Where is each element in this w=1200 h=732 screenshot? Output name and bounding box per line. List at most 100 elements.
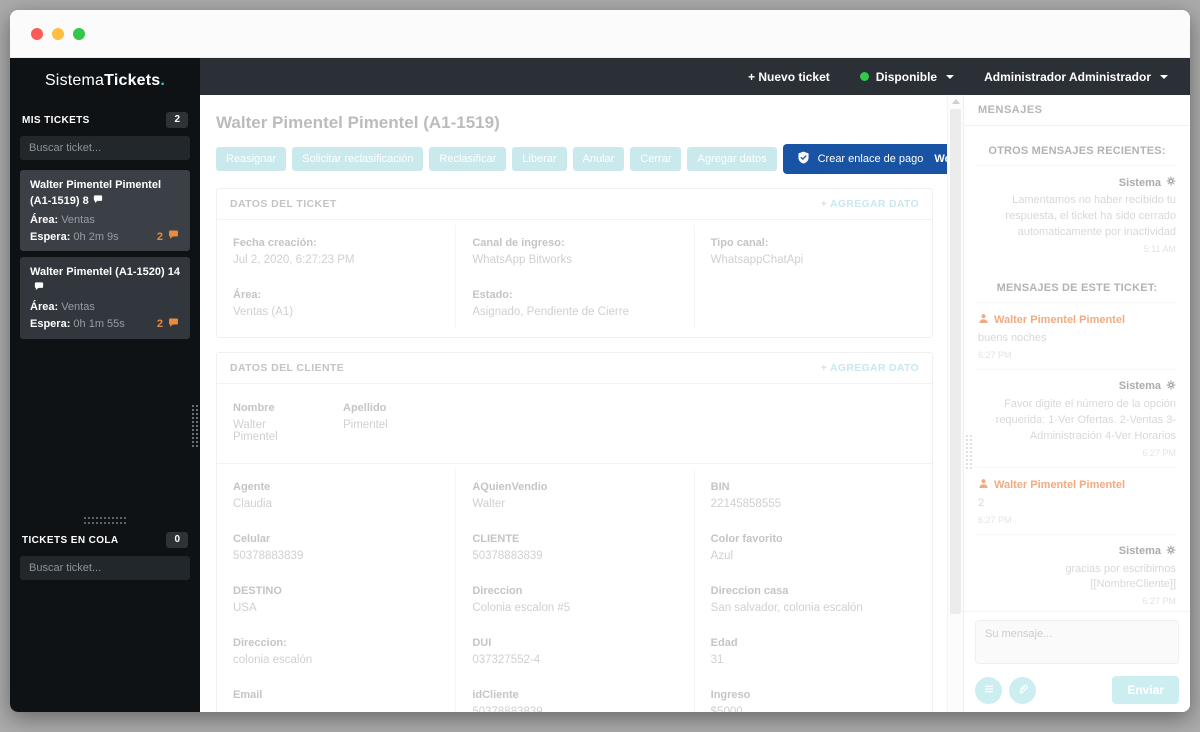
message-time: 6:27 PM xyxy=(978,349,1012,360)
liberar-button[interactable]: Liberar xyxy=(512,147,567,171)
queue-count-badge: 0 xyxy=(166,532,188,548)
ticket-actions-row: Reasignar Solicitar reclasificación Recl… xyxy=(216,144,947,174)
recent-messages-title: OTROS MENSAJES RECIENTES: xyxy=(988,145,1166,157)
reclasificar-button[interactable]: Reclasificar xyxy=(429,147,507,171)
main-scrollbar-thumb[interactable] xyxy=(950,109,961,614)
message-sender: Sistema xyxy=(1118,176,1161,189)
chevron-down-icon xyxy=(946,74,955,79)
queue-search-input[interactable] xyxy=(20,556,190,580)
field-label: DUI xyxy=(472,637,492,649)
attach-file-button[interactable] xyxy=(1009,676,1036,704)
new-ticket-label: + Nuevo ticket xyxy=(748,69,830,84)
sidebar-resize-handle[interactable] xyxy=(192,405,198,447)
wompi-payment-link-button[interactable]: Crear enlace de pago Wompi xyxy=(782,144,947,174)
field-value: 50378883839 xyxy=(472,706,543,712)
client-panel-title: DATOS DEL CLIENTE xyxy=(230,362,345,374)
client-field: Direccion casa San salvador, colonia esca… xyxy=(693,573,932,625)
messages-header: MENSAJES xyxy=(964,95,1190,126)
ticket-field: Canal de ingreso: WhatsApp Bitworks xyxy=(455,225,693,277)
message-text: 2 xyxy=(978,496,985,509)
field-label: Edad xyxy=(710,637,738,649)
panel-resize-handle[interactable] xyxy=(84,517,126,524)
wait-value: 0h 2m 9s xyxy=(73,230,119,243)
main-scrollbar[interactable] xyxy=(947,95,963,712)
client-field: Edad 31 xyxy=(693,625,932,677)
client-field: Color favorito Azul xyxy=(693,521,932,573)
message-input[interactable] xyxy=(975,620,1179,664)
reasignar-button[interactable]: Reasignar xyxy=(216,147,287,171)
ticket-field: Área: Ventas (A1) xyxy=(233,289,294,318)
messages-panel-resize-handle[interactable] xyxy=(966,435,972,469)
client-field: Ingreso $5000 xyxy=(693,677,932,712)
ticket-messages-title: MENSAJES DE ESTE TICKET: xyxy=(996,281,1158,294)
message-text: gracias por escribirnos [[NombreCliente]… xyxy=(1065,562,1176,591)
message-composer: Enviar xyxy=(964,611,1190,712)
field-value: Azul xyxy=(710,550,734,562)
user-menu-dropdown[interactable]: Administrador Administrador xyxy=(984,70,1168,84)
status-dropdown[interactable]: Disponible xyxy=(859,70,955,84)
ticket-field-empty xyxy=(693,277,932,329)
unread-chat-bubble-icon xyxy=(167,317,180,332)
field-label: CLIENTE xyxy=(472,533,520,545)
ticket-title: Walter Pimentel (A1-1520) 14 xyxy=(30,266,180,279)
app-window: SistemaTickets. MIS TICKETS 2 Walter Pim… xyxy=(10,10,1190,712)
field-value: Walter xyxy=(472,498,506,510)
unread-count: 2 xyxy=(156,230,163,243)
ticket-detail-main: Walter Pimentel Pimentel (A1-1519) Reasi… xyxy=(200,95,947,712)
client-field: DESTINO USA xyxy=(217,573,455,625)
field-label: DESTINO xyxy=(233,585,282,597)
field-value: 037327552-4 xyxy=(472,654,541,666)
gear-icon[interactable] xyxy=(1166,544,1176,558)
field-value: 50378883839 xyxy=(233,550,304,562)
message-item-client: Walter Pimentel Pimentel buens noches 6:… xyxy=(977,301,1177,369)
my-tickets-search-input[interactable] xyxy=(20,136,190,160)
topbar: + Nuevo ticket Disponible Administrador … xyxy=(200,58,1190,95)
unread-badge: 2 xyxy=(157,229,180,244)
gear-icon[interactable] xyxy=(1166,176,1176,189)
field-label: BIN xyxy=(710,481,730,493)
client-field: CLIENTE 50378883839 xyxy=(455,521,693,573)
field-label: idCliente xyxy=(472,689,519,701)
menu-icon xyxy=(983,683,995,698)
person-icon xyxy=(978,313,989,327)
add-client-data-link[interactable]: + AGREGAR DATO xyxy=(821,362,919,374)
add-ticket-data-link[interactable]: + AGREGAR DATO xyxy=(821,198,919,210)
my-tickets-count-badge: 2 xyxy=(166,112,188,128)
message-item-system: Sistema Lamentamos no haber recibido tu … xyxy=(977,165,1177,263)
person-icon xyxy=(978,478,989,492)
ticket-list-item[interactable]: Walter Pimentel (A1-1520) 14 Área: Venta… xyxy=(20,257,190,339)
page-title: Walter Pimentel Pimentel (A1-1519) xyxy=(216,113,500,132)
messages-scroll-area[interactable]: OTROS MENSAJES RECIENTES: Sistema Lament… xyxy=(964,126,1190,611)
sidebar: SistemaTickets. MIS TICKETS 2 Walter Pim… xyxy=(10,58,200,712)
agregar-datos-button[interactable]: Agregar datos xyxy=(687,147,777,171)
close-window-button[interactable] xyxy=(31,27,43,40)
wait-value: 0h 1m 55s xyxy=(73,318,125,331)
ticket-list-item[interactable]: Walter Pimentel Pimentel (A1-1519) 8 Áre… xyxy=(20,170,190,252)
client-field: idCliente 50378883839 xyxy=(455,677,693,712)
message-sender: Sistema xyxy=(1118,380,1161,393)
quick-replies-button[interactable] xyxy=(975,676,1002,704)
area-value: Ventas xyxy=(61,301,95,314)
field-value: 22145858555 xyxy=(710,498,782,510)
field-label: Color favorito xyxy=(710,533,783,545)
field-value: 50378883839 xyxy=(472,550,543,562)
client-field: AQuienVendio Walter xyxy=(455,469,693,521)
cerrar-button[interactable]: Cerrar xyxy=(630,147,682,171)
minimize-window-button[interactable] xyxy=(52,27,64,40)
field-label: Direccion xyxy=(472,585,523,597)
message-item-client: Walter Pimentel Pimentel 2 6:27 PM xyxy=(977,466,1177,534)
field-value: Colonia escalon #5 xyxy=(472,602,571,614)
solicitar-reclasificacion-button[interactable]: Solicitar reclasificación xyxy=(292,147,424,171)
new-ticket-button[interactable]: + Nuevo ticket xyxy=(748,70,830,84)
message-time: 6:27 PM xyxy=(1142,447,1176,458)
send-message-button[interactable]: Enviar xyxy=(1112,676,1179,704)
maximize-window-button[interactable] xyxy=(73,27,85,40)
gear-icon[interactable] xyxy=(1166,380,1176,393)
logo-accent-dot: . xyxy=(160,72,166,89)
field-value xyxy=(233,706,439,712)
client-data-panel: DATOS DEL CLIENTE + AGREGAR DATO Nombre W… xyxy=(216,352,933,712)
anular-button[interactable]: Anular xyxy=(572,147,625,171)
chat-bubble-icon xyxy=(92,194,104,211)
field-value: colonia escalón xyxy=(233,654,313,666)
scroll-up-arrow-icon[interactable] xyxy=(952,99,960,104)
